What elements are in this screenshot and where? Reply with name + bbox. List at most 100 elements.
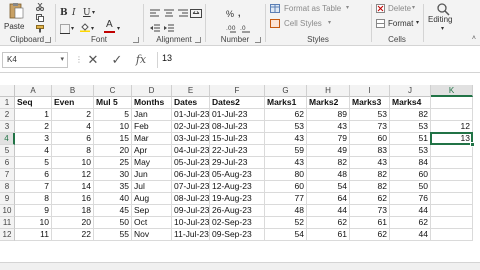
font-color-button[interactable]: A (104, 20, 116, 34)
horizontal-scrollbar[interactable] (0, 262, 480, 270)
table-cell[interactable] (431, 229, 473, 241)
row-header-2[interactable]: 2 (0, 109, 15, 121)
underline-dropdown-icon[interactable]: ▾ (92, 8, 95, 18)
table-cell[interactable]: 10 (52, 157, 94, 169)
editing-button[interactable]: Editing ▾ (426, 2, 462, 36)
fill-handle[interactable] (470, 142, 475, 147)
column-header-i[interactable]: I (350, 85, 390, 97)
table-cell[interactable]: 30 (94, 169, 132, 181)
borders-icon[interactable] (60, 24, 70, 34)
table-cell[interactable]: 8 (15, 193, 52, 205)
row-header-6[interactable]: 6 (0, 157, 15, 169)
table-cell[interactable]: 15 (94, 133, 132, 145)
column-title-cell[interactable]: Marks1 (265, 97, 307, 109)
align-right-icon[interactable] (178, 9, 188, 18)
table-cell[interactable]: 09-Jul-23 (172, 205, 210, 217)
fill-color-icon[interactable] (80, 22, 90, 32)
table-cell[interactable]: 53 (350, 109, 390, 121)
table-cell[interactable]: 62 (350, 193, 390, 205)
table-cell[interactable]: 4 (15, 145, 52, 157)
column-header-j[interactable]: J (390, 85, 431, 97)
table-cell[interactable] (431, 181, 473, 193)
column-header-e[interactable]: E (172, 85, 210, 97)
delete-button[interactable]: Delete ▾ (376, 3, 420, 15)
table-cell[interactable]: 19-Aug-23 (210, 193, 265, 205)
column-header-f[interactable]: F (210, 85, 265, 97)
table-cell[interactable]: Nov (132, 229, 172, 241)
table-cell[interactable]: 60 (350, 133, 390, 145)
align-left-icon[interactable] (150, 9, 160, 18)
table-cell[interactable]: 4 (52, 121, 94, 133)
table-cell[interactable]: 54 (265, 229, 307, 241)
table-cell[interactable]: 50 (390, 181, 431, 193)
table-cell[interactable]: 26-Aug-23 (210, 205, 265, 217)
table-cell[interactable]: 64 (307, 193, 350, 205)
table-cell[interactable]: 03-Jul-23 (172, 133, 210, 145)
table-cell[interactable]: 44 (390, 205, 431, 217)
table-cell[interactable]: 11-Jul-23 (172, 229, 210, 241)
table-cell[interactable]: 60 (265, 181, 307, 193)
bold-button[interactable]: B (60, 8, 68, 18)
table-cell[interactable]: 77 (265, 193, 307, 205)
font-launcher-icon[interactable] (133, 37, 139, 43)
cell-styles-button[interactable]: Cell Styles ▾ (270, 18, 366, 30)
column-title-cell[interactable]: Seq (15, 97, 52, 109)
table-cell[interactable]: 62 (307, 217, 350, 229)
table-cell[interactable]: 89 (307, 109, 350, 121)
table-cell[interactable]: 2 (52, 109, 94, 121)
column-title-cell[interactable]: Dates (172, 97, 210, 109)
column-title-cell[interactable]: Even (52, 97, 94, 109)
increase-indent-icon[interactable] (164, 24, 174, 33)
clipboard-launcher-icon[interactable] (45, 37, 51, 43)
table-cell[interactable]: 55 (94, 229, 132, 241)
table-cell[interactable]: Aug (132, 193, 172, 205)
italic-button[interactable]: I (72, 8, 76, 18)
table-cell[interactable]: 01-Jul-23 (210, 109, 265, 121)
column-header-g[interactable]: G (265, 85, 307, 97)
row-header-1[interactable]: 1 (0, 97, 15, 109)
select-all-button[interactable] (0, 85, 15, 97)
table-cell[interactable]: 43 (307, 121, 350, 133)
table-cell[interactable]: 61 (350, 217, 390, 229)
column-header-h[interactable]: H (307, 85, 350, 97)
percent-button[interactable]: % (226, 9, 234, 19)
paste-button[interactable]: Paste (2, 2, 30, 32)
table-cell[interactable]: 82 (307, 157, 350, 169)
table-cell[interactable]: 43 (265, 133, 307, 145)
table-cell[interactable]: 6 (15, 169, 52, 181)
table-cell[interactable]: 51 (390, 133, 431, 145)
table-cell[interactable]: 08-Jul-23 (210, 121, 265, 133)
table-cell[interactable]: 02-Sep-23 (210, 217, 265, 229)
alignment-launcher-icon[interactable] (195, 37, 201, 43)
format-painter-icon[interactable] (36, 25, 44, 33)
table-cell[interactable]: 7 (15, 181, 52, 193)
table-cell[interactable]: 35 (94, 181, 132, 193)
name-box[interactable]: K4 ▾ (2, 52, 68, 68)
table-cell[interactable] (431, 217, 473, 229)
number-launcher-icon[interactable] (255, 37, 261, 43)
table-cell[interactable]: 15-Jul-23 (210, 133, 265, 145)
increase-decimal-icon[interactable]: .0 (240, 23, 252, 33)
table-cell[interactable]: 40 (94, 193, 132, 205)
table-cell[interactable]: Mar (132, 133, 172, 145)
table-cell[interactable]: 43 (265, 157, 307, 169)
table-cell[interactable]: 82 (390, 109, 431, 121)
table-cell[interactable]: 10 (15, 217, 52, 229)
table-cell[interactable]: 53 (265, 121, 307, 133)
table-cell[interactable]: 12 (52, 169, 94, 181)
row-header-10[interactable]: 10 (0, 205, 15, 217)
cancel-icon[interactable]: ✕ (84, 51, 102, 69)
table-cell[interactable]: 14 (52, 181, 94, 193)
column-title-cell[interactable]: Marks3 (350, 97, 390, 109)
table-cell[interactable]: 45 (94, 205, 132, 217)
borders-dropdown-icon[interactable]: ▾ (71, 24, 74, 34)
table-cell[interactable] (431, 145, 473, 157)
format-as-table-button[interactable]: Format as Table ▾ (270, 3, 366, 15)
table-cell[interactable]: 82 (350, 181, 390, 193)
table-cell[interactable]: 05-Aug-23 (210, 169, 265, 181)
table-cell[interactable]: 06-Jul-23 (172, 169, 210, 181)
table-cell[interactable]: 84 (390, 157, 431, 169)
table-cell[interactable] (431, 193, 473, 205)
copy-icon[interactable] (36, 14, 44, 22)
table-cell[interactable]: 10-Jul-23 (172, 217, 210, 229)
